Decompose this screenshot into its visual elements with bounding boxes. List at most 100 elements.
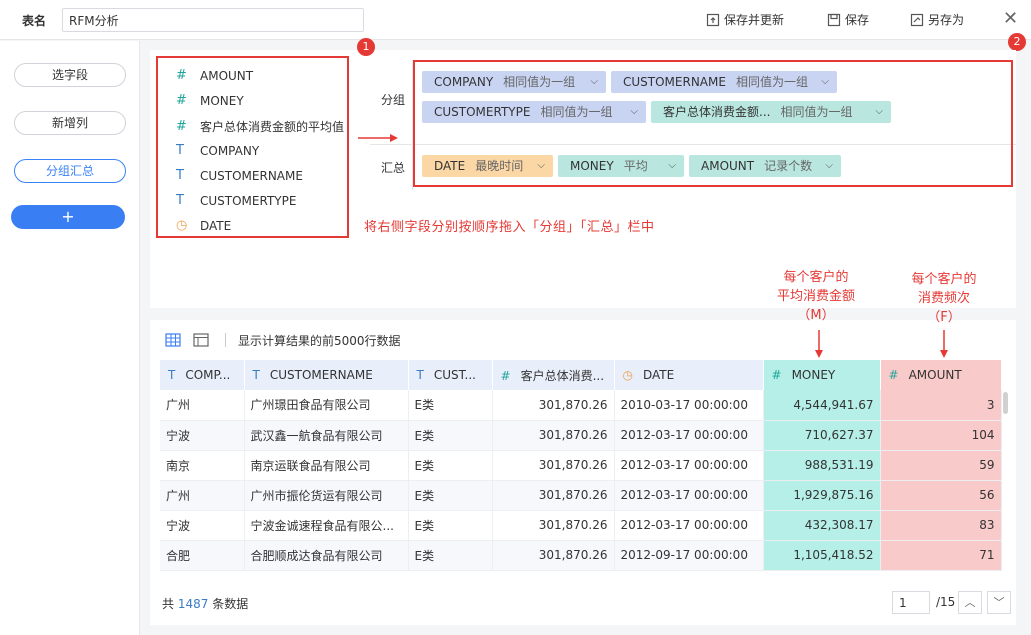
nav-select-fields[interactable]: 选字段 — [14, 63, 126, 87]
top-bar: 表名 保存并更新 保存 另存为 ✕ — [0, 0, 1031, 40]
summary-tag-amount[interactable]: AMOUNT 记录个数 ⌵ — [689, 155, 841, 177]
tag-mode: 相同值为一组 — [735, 75, 808, 89]
text-type-icon: T — [176, 143, 184, 158]
column-header-company[interactable]: T COMP... — [160, 360, 245, 390]
drag-arrow-icon — [358, 134, 398, 142]
cell-customername: 广州市振伦货运有限公司 — [244, 480, 409, 511]
column-header-customertype[interactable]: T CUST... — [408, 360, 493, 390]
tag-mode: 记录个数 — [764, 159, 813, 173]
cell-customertype: E类 — [408, 390, 493, 421]
chevron-down-icon: ⌵ — [630, 106, 638, 117]
field-item-customertype[interactable]: T CUSTOMERTYPE — [176, 193, 296, 208]
table-name-input[interactable] — [62, 8, 364, 32]
next-page-button[interactable]: ﹀ — [987, 591, 1011, 614]
preview-table: T COMP... T CUSTOMERNAME T CUST... # 客户总体消费.… — [160, 360, 1002, 571]
cell-customername: 武汉鑫一航食品有限公司 — [244, 420, 409, 451]
cell-customername: 合肥顺成达食品有限公司 — [244, 540, 409, 571]
save-label: 保存 — [845, 13, 870, 27]
field-label: CUSTOMERTYPE — [200, 193, 297, 208]
group-tag-customertype[interactable]: CUSTOMERTYPE 相同值为一组 ⌵ — [422, 101, 646, 123]
preview-note: 显示计算结果的前5000行数据 — [238, 333, 401, 348]
save-icon — [827, 13, 841, 26]
group-tag-avg-spend[interactable]: 客户总体消费金额... 相同值为一组 ⌵ — [651, 101, 891, 123]
tag-label: AMOUNT — [701, 159, 755, 173]
cell-date: 2012-03-17 00:00:00 — [614, 510, 764, 541]
field-label: AMOUNT — [200, 68, 254, 83]
tag-label: CUSTOMERTYPE — [434, 105, 531, 119]
table-view-icon[interactable] — [165, 333, 181, 347]
table-row: 宁波 武汉鑫一航食品有限公司 E类 301,870.26 2012-03-17 … — [160, 420, 1002, 451]
column-header-date[interactable]: ◷ DATE — [614, 360, 764, 390]
group-tag-customername[interactable]: CUSTOMERNAME 相同值为一组 ⌵ — [611, 71, 837, 93]
save-button[interactable]: 保存 — [827, 11, 869, 28]
cell-company: 广州 — [160, 390, 245, 421]
column-label: MONEY — [791, 368, 836, 382]
cell-amount: 59 — [880, 450, 1002, 481]
layout-view-icon[interactable] — [193, 333, 209, 347]
cell-customername: 南京运联食品有限公司 — [244, 450, 409, 481]
summary-tag-date[interactable]: DATE 最晚时间 ⌵ — [422, 155, 553, 177]
table-scrollbar[interactable] — [1003, 392, 1008, 414]
summary-tag-money[interactable]: MONEY 平均 ⌵ — [558, 155, 684, 177]
page-total: /15 — [936, 595, 956, 609]
nav-add-column[interactable]: 新增列 — [14, 111, 126, 135]
cell-date: 2012-03-17 00:00:00 — [614, 480, 764, 511]
number-icon: # — [176, 119, 187, 134]
cell-customertype: E类 — [408, 480, 493, 511]
money-annotation: 每个客户的 平均消费金额 （M） — [752, 268, 880, 325]
total-prefix: 共 — [162, 597, 175, 611]
text-type-icon: T — [168, 368, 176, 382]
field-item-avg-spend[interactable]: # 客户总体消费金额的平均值 — [176, 118, 344, 135]
field-label: DATE — [200, 218, 232, 233]
cell-customername: 广州璟田食品有限公司 — [244, 390, 409, 421]
page-number-input[interactable] — [892, 591, 930, 614]
column-header-avg-spend[interactable]: # 客户总体消费... — [492, 360, 615, 390]
nav-group-summary[interactable]: 分组汇总 — [14, 159, 126, 183]
column-label: DATE — [642, 368, 675, 382]
cell-customertype: E类 — [408, 420, 493, 451]
group-label: 分组 — [381, 93, 406, 107]
cell-company: 宁波 — [160, 510, 245, 541]
cell-date: 2012-03-17 00:00:00 — [614, 450, 764, 481]
field-item-date[interactable]: ◷ DATE — [176, 218, 231, 233]
annotation-line: 每个客户的 — [911, 272, 977, 287]
cell-company: 宁波 — [160, 420, 245, 451]
save-and-update-button[interactable]: 保存并更新 — [706, 11, 784, 28]
column-header-customername[interactable]: T CUSTOMERNAME — [244, 360, 409, 390]
cell-customername: 宁波金诚速程食品有限公... — [244, 510, 409, 541]
cell-avg-spend: 301,870.26 — [492, 390, 615, 421]
close-icon[interactable]: ✕ — [1003, 10, 1018, 28]
add-step-button[interactable]: + — [11, 205, 125, 229]
field-item-customername[interactable]: T CUSTOMERNAME — [176, 168, 303, 183]
field-item-amount[interactable]: # AMOUNT — [176, 68, 253, 83]
down-arrow-icon — [815, 330, 823, 358]
cell-date: 2012-09-17 00:00:00 — [614, 540, 764, 571]
field-label: CUSTOMERNAME — [200, 168, 303, 183]
save-as-button[interactable]: 另存为 — [910, 11, 964, 28]
field-label: COMPANY — [200, 143, 260, 158]
column-header-amount[interactable]: # AMOUNT — [880, 360, 1002, 390]
number-icon: # — [176, 68, 187, 83]
cell-avg-spend: 301,870.26 — [492, 420, 615, 451]
tag-mode: 相同值为一组 — [780, 105, 853, 119]
prev-page-button[interactable]: ︿ — [958, 591, 982, 614]
save-as-icon — [910, 13, 924, 26]
table-header-row: T COMP... T CUSTOMERNAME T CUST... # 客户总体消费.… — [160, 360, 1002, 390]
group-tag-company[interactable]: COMPANY 相同值为一组 ⌵ — [422, 71, 606, 93]
annotation-line: 每个客户的 — [783, 270, 849, 285]
chevron-down-icon: ⌵ — [825, 160, 833, 171]
column-header-money[interactable]: # MONEY — [763, 360, 881, 390]
field-item-money[interactable]: # MONEY — [176, 93, 244, 108]
tag-label: DATE — [434, 159, 466, 173]
field-item-company[interactable]: T COMPANY — [176, 143, 259, 158]
preview-toolbar: 显示计算结果的前5000行数据 — [165, 332, 401, 348]
save-update-icon — [706, 13, 720, 26]
cell-money: 4,544,941.67 — [763, 390, 881, 421]
clock-icon: ◷ — [176, 218, 188, 233]
total-count-value: 1487 — [177, 597, 209, 611]
cell-amount: 3 — [880, 390, 1002, 421]
cell-avg-spend: 301,870.26 — [492, 510, 615, 541]
clock-icon: ◷ — [622, 368, 633, 382]
cell-customertype: E类 — [408, 450, 493, 481]
tag-mode: 平均 — [623, 159, 648, 173]
